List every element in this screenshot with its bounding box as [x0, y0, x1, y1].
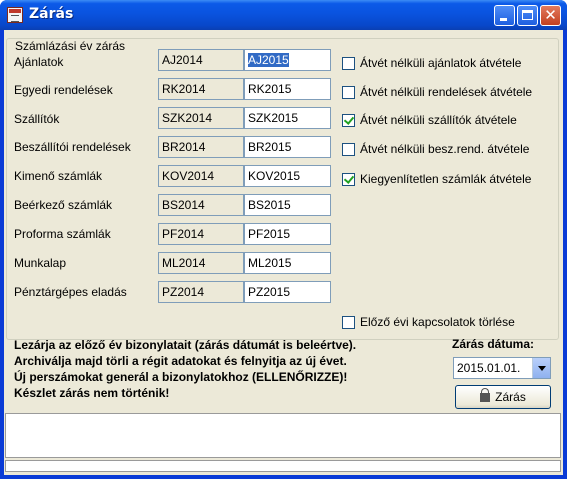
delete-previous-label[interactable]: Előző évi kapcsolatok törlése [360, 315, 515, 329]
close-year-button-label: Zárás [495, 390, 526, 404]
old-prefix-szallitok: SZK2014 [158, 107, 244, 129]
new-prefix-munkalap[interactable]: ML2015 [244, 252, 331, 274]
row-label-beszallitoi-rendelesek: Beszállítói rendelések [14, 140, 131, 154]
close-icon: ✕ [544, 6, 557, 24]
new-prefix-ajanlatok[interactable]: AJ2015 [244, 49, 331, 71]
old-prefix-beerkezo-szamlak: BS2014 [158, 194, 244, 216]
delete-previous-checkbox[interactable] [342, 316, 355, 329]
row-label-proforma-szamlak: Proforma számlák [14, 227, 111, 241]
old-prefix-ajanlatok: AJ2014 [158, 49, 244, 71]
option-checkbox-kiegyenlitetlen[interactable] [342, 173, 355, 186]
title-bar[interactable]: Zárás ✕ [0, 0, 567, 30]
notice-line: Archiválja majd törli a régit adatokat é… [14, 354, 347, 368]
row-label-ajanlatok: Ajánlatok [14, 55, 64, 69]
minimize-button[interactable] [494, 5, 515, 26]
new-prefix-kimeno-szamlak[interactable]: KOV2015 [244, 165, 331, 187]
warning-notice: Lezárja az előző év bizonylatait (zárás … [14, 337, 356, 401]
row-label-munkalap: Munkalap [14, 256, 67, 270]
option-label-kiegyenlitetlen[interactable]: Kiegyenlítetlen számlák átvétele [360, 172, 531, 186]
log-memo[interactable] [5, 413, 561, 458]
row-label-egyedi-rendelesek: Egyedi rendelések [14, 83, 113, 97]
option-checkbox-ajanlatok[interactable] [342, 57, 355, 70]
closing-date-label: Zárás dátuma: [452, 337, 535, 351]
closing-date-value: 2015.01.01. [457, 361, 521, 375]
close-button[interactable]: ✕ [540, 5, 561, 26]
new-prefix-beerkezo-szamlak[interactable]: BS2015 [244, 194, 331, 216]
old-prefix-kimeno-szamlak: KOV2014 [158, 165, 244, 187]
option-label-szallitok[interactable]: Átvét nélküli szállítók átvétele [360, 113, 517, 127]
app-icon [7, 7, 23, 23]
window-title: Zárás [29, 6, 74, 22]
closing-date-picker[interactable]: 2015.01.01. [453, 357, 551, 379]
option-checkbox-rendelesek[interactable] [342, 86, 355, 99]
selected-text: AJ2015 [248, 53, 289, 67]
notice-line: Lezárja az előző év bizonylatait (zárás … [14, 338, 357, 352]
lock-icon [480, 388, 491, 402]
row-label-penztargepes-eladas: Pénztárgépes eladás [14, 285, 127, 299]
option-checkbox-szallitok[interactable] [342, 114, 355, 127]
new-prefix-penztargepes-eladas[interactable]: PZ2015 [244, 281, 331, 303]
new-prefix-szallitok[interactable]: SZK2015 [244, 107, 331, 129]
old-prefix-penztargepes-eladas: PZ2014 [158, 281, 244, 303]
option-label-rendelesek[interactable]: Átvét nélküli rendelések átvétele [360, 85, 532, 99]
notice-line: Új perszámokat generál a bizonylatokhoz … [14, 370, 348, 384]
option-label-ajanlatok[interactable]: Átvét nélküli ajánlatok átvétele [360, 56, 521, 70]
old-prefix-proforma-szamlak: PF2014 [158, 223, 244, 245]
close-year-button[interactable]: Zárás [455, 385, 551, 409]
notice-line: Készlet zárás nem történik! [14, 386, 170, 400]
status-bar [5, 460, 561, 472]
new-prefix-egyedi-rendelesek[interactable]: RK2015 [244, 78, 331, 100]
old-prefix-egyedi-rendelesek: RK2014 [158, 78, 244, 100]
old-prefix-beszallitoi-rendelesek: BR2014 [158, 136, 244, 158]
option-label-besz-rend[interactable]: Átvét nélküli besz.rend. átvétele [360, 142, 529, 156]
group-label: Számlázási év zárás [12, 39, 129, 53]
row-label-szallitok: Szállítók [14, 112, 60, 126]
maximize-button[interactable] [517, 5, 538, 26]
old-prefix-munkalap: ML2014 [158, 252, 244, 274]
new-prefix-beszallitoi-rendelesek[interactable]: BR2015 [244, 136, 331, 158]
window: Zárás ✕ Számlázási év zárás Ajánlatok AJ… [0, 0, 567, 479]
dialog-body: Számlázási év zárás Ajánlatok AJ2014 AJ2… [4, 30, 563, 475]
option-checkbox-besz-rend[interactable] [342, 143, 355, 156]
chevron-down-icon[interactable] [532, 358, 550, 378]
row-label-beerkezo-szamlak: Beérkező számlák [14, 198, 113, 212]
row-label-kimeno-szamlak: Kimenő számlák [14, 169, 103, 183]
new-prefix-proforma-szamlak[interactable]: PF2015 [244, 223, 331, 245]
